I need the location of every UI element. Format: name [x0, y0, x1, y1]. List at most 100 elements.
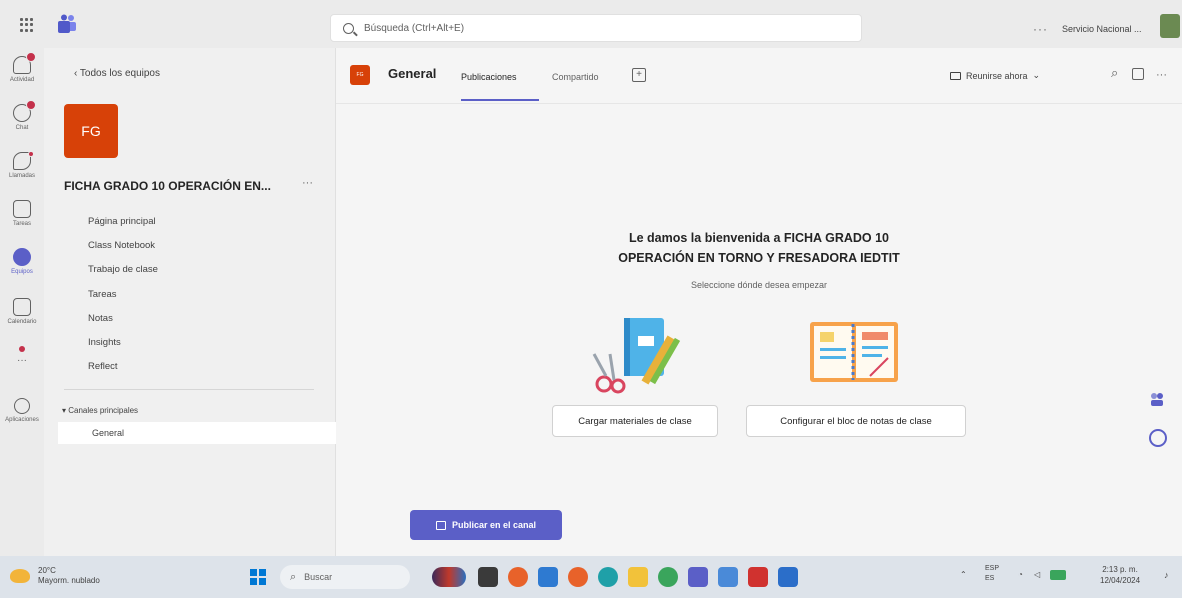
class-notebook-illustration-icon [810, 322, 898, 382]
channel-info-icon[interactable] [1132, 68, 1144, 80]
welcome-subtitle: Seleccione dónde desea empezar [690, 280, 828, 290]
widgets-app-icon[interactable] [432, 567, 466, 587]
search-placeholder: Búsqueda (Ctrl+Alt+E) [364, 22, 465, 34]
tray-chevron-up-icon[interactable]: ⌃ [960, 570, 967, 579]
channel-title: General [388, 66, 437, 81]
clock-time: 2:13 p. m. [1102, 565, 1138, 574]
nav-item-reflect[interactable]: Reflect [88, 359, 158, 383]
teams-app-icon[interactable] [688, 567, 708, 587]
language-indicator[interactable]: ESP ES [985, 564, 999, 584]
rail-item-chat[interactable]: Chat [0, 100, 44, 131]
team-pane: ‹ Todos los equipos FG FICHA GRADO 10 OP… [44, 48, 336, 556]
acrobat-icon[interactable] [748, 567, 768, 587]
system-clock[interactable]: 2:13 p. m. 12/04/2024 [1100, 564, 1140, 586]
rail-label: Equipos [11, 269, 33, 275]
rail-item-more[interactable]: ··· [0, 346, 44, 366]
battery-icon[interactable] [1050, 570, 1066, 580]
tab-publicaciones[interactable]: Publicaciones [461, 72, 517, 82]
bell-icon [13, 52, 36, 74]
chat-icon [13, 100, 36, 122]
teams-icon [13, 248, 31, 266]
language-line-1: ESP [985, 565, 1000, 572]
nav-item-pagina-principal[interactable]: Página principal [88, 214, 158, 238]
divider [64, 389, 314, 390]
taskbar-search-label: Buscar [304, 572, 333, 582]
rail-label: Actividad [9, 77, 35, 83]
weather-widget[interactable]: 20°C Mayorm. nublado [10, 566, 100, 586]
nav-item-insights[interactable]: Insights [88, 335, 158, 359]
clock-date: 12/04/2024 [1100, 576, 1141, 585]
nav-item-trabajo-de-clase[interactable]: Trabajo de clase [88, 262, 158, 286]
team-name[interactable]: FICHA GRADO 10 OPERACIÓN EN... [64, 179, 271, 193]
notification-dot-icon [19, 346, 25, 352]
notification-bell-icon[interactable]: ♪ [1164, 570, 1169, 580]
people-app-icon[interactable] [1149, 391, 1165, 407]
rail-label: Calendario [7, 319, 37, 325]
phone-icon [13, 151, 34, 170]
rail-item-calendario[interactable]: Calendario [0, 298, 44, 325]
meet-now-label: Reunirse ahora [966, 70, 1028, 81]
copilot-app-icon[interactable] [508, 567, 528, 587]
app-launcher-icon[interactable] [20, 18, 34, 32]
team-more-options-icon[interactable]: ··· [302, 177, 313, 189]
channel-avatar: FG [350, 65, 370, 85]
compose-icon [435, 520, 446, 530]
rail-item-actividad[interactable]: Actividad [0, 52, 44, 83]
rail-item-equipos[interactable]: Equipos [0, 248, 44, 275]
store-app-icon[interactable] [538, 567, 558, 587]
wifi-icon[interactable]: ◔ [1018, 570, 1023, 579]
windows-start-icon[interactable] [250, 569, 266, 585]
edge-icon[interactable] [598, 567, 618, 587]
weather-temp: 20°C [38, 566, 56, 575]
rail-label: Llamadas [8, 173, 35, 179]
weather-text: 20°C Mayorm. nublado [38, 566, 100, 586]
volume-icon[interactable]: ◁ [1034, 570, 1040, 579]
welcome-line-1: Le damos la bienvenida a FICHA GRADO 10 [628, 231, 890, 245]
team-avatar: FG [64, 104, 118, 158]
meet-now-button[interactable]: Reunirse ahora ⌄ [950, 70, 1040, 81]
add-tab-icon[interactable]: + [632, 68, 646, 82]
rail-label: Chat [15, 125, 29, 131]
channel-item-general[interactable]: General [58, 422, 336, 444]
channels-section-header[interactable]: ▾ Canales principales [62, 406, 138, 415]
post-in-channel-label: Publicar en el canal [451, 520, 537, 530]
channel-more-icon[interactable]: ··· [1156, 69, 1167, 81]
org-name[interactable]: Servicio Nacional ... [1062, 24, 1142, 34]
back-to-teams-link[interactable]: ‹ Todos los equipos [74, 68, 160, 79]
cloudy-weather-icon [10, 569, 30, 583]
weather-desc: Mayorm. nublado [38, 576, 100, 585]
copilot-icon[interactable] [1149, 429, 1167, 447]
search-icon [343, 22, 354, 34]
tab-compartido[interactable]: Compartido [552, 72, 599, 82]
search-input[interactable]: Búsqueda (Ctrl+Alt+E) [330, 14, 862, 42]
rail-item-aplicaciones[interactable]: Aplicaciones [0, 398, 44, 423]
taskbar-search-icon: ⌕ [290, 570, 297, 583]
rail-item-tareas[interactable]: Tareas [0, 200, 44, 227]
taskbar-search[interactable]: ⌕ Buscar [280, 565, 410, 589]
firefox-icon[interactable] [568, 567, 588, 587]
video-camera-icon [950, 71, 961, 80]
app-rail: Actividad Chat Llamadas Tareas Equipos C… [0, 48, 44, 556]
teams-logo-icon [58, 14, 76, 33]
user-avatar[interactable] [1160, 14, 1180, 38]
apps-icon [14, 398, 30, 414]
nav-item-tareas[interactable]: Tareas [88, 287, 158, 311]
title-bar: Búsqueda (Ctrl+Alt+E) ··· Servicio Nacio… [0, 0, 1182, 48]
channel-search-icon[interactable]: ⌕ [1111, 65, 1118, 81]
welcome-heading: Le damos la bienvenida a FICHA GRADO 10 … [536, 228, 982, 268]
task-view-icon[interactable] [478, 567, 498, 587]
language-line-2: ES [985, 575, 995, 582]
rail-label: Aplicaciones [5, 417, 39, 423]
upload-class-materials-button[interactable]: Cargar materiales de clase [552, 405, 718, 437]
post-in-channel-button[interactable]: Publicar en el canal [410, 510, 562, 540]
rail-item-llamadas[interactable]: Llamadas [0, 151, 44, 179]
calendar-icon [13, 298, 31, 316]
setup-class-notebook-button[interactable]: Configurar el bloc de notas de clase [746, 405, 966, 437]
file-explorer-icon[interactable] [628, 567, 648, 587]
word-icon[interactable] [778, 567, 798, 587]
nav-item-class-notebook[interactable]: Class Notebook [88, 238, 158, 262]
more-options-icon[interactable]: ··· [1033, 22, 1048, 36]
photos-app-icon[interactable] [718, 567, 738, 587]
nav-item-notas[interactable]: Notas [88, 311, 158, 335]
chrome-icon[interactable] [658, 567, 678, 587]
